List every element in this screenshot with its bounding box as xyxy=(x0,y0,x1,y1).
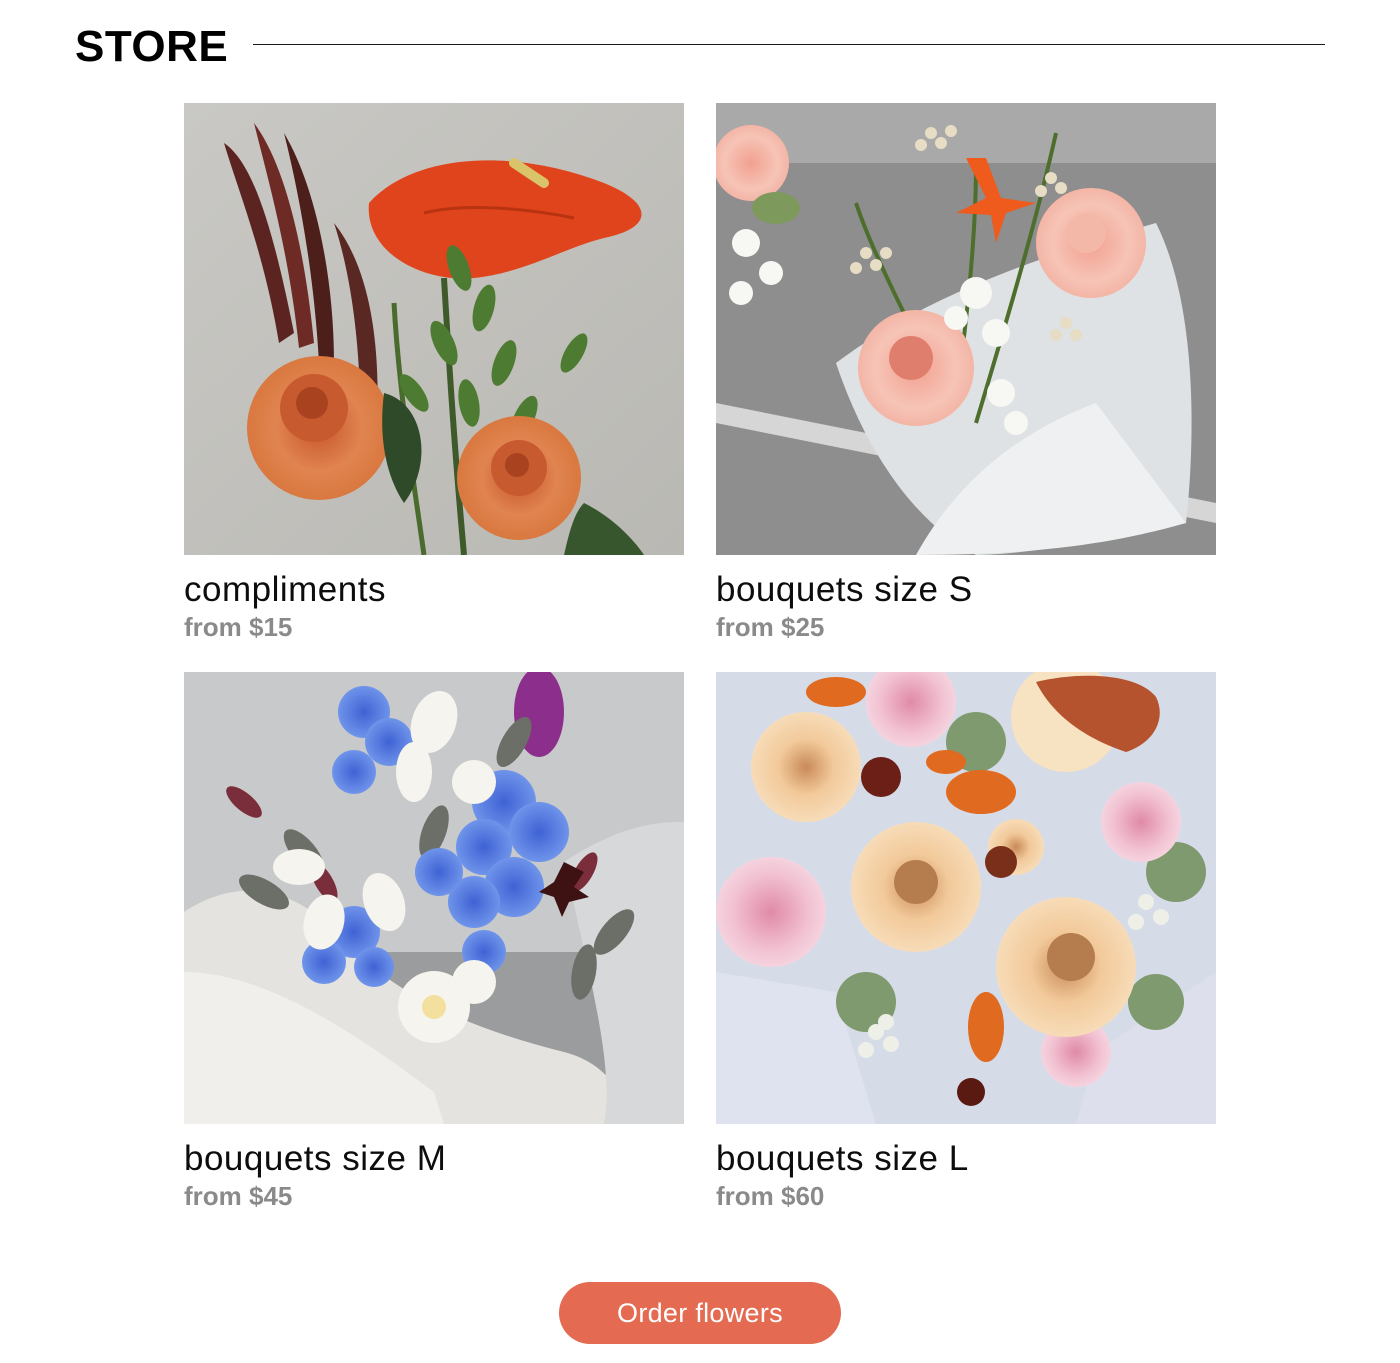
product-image-compliments[interactable] xyxy=(184,103,684,555)
product-card-compliments[interactable]: compliments from $15 xyxy=(184,103,684,642)
product-name[interactable]: bouquets size L xyxy=(716,1139,1216,1179)
product-card-bouquets-s[interactable]: bouquets size S from $25 xyxy=(716,103,1216,642)
peach-rose-bouquet-photo xyxy=(716,103,1216,555)
product-price: from $15 xyxy=(184,612,293,642)
store-header: STORE xyxy=(75,22,1325,72)
product-name[interactable]: compliments xyxy=(184,570,684,610)
page-title: STORE xyxy=(75,22,229,71)
product-image-bouquets-s[interactable] xyxy=(716,103,1216,555)
product-image-bouquets-l[interactable] xyxy=(716,672,1216,1124)
product-price: from $25 xyxy=(716,612,825,642)
product-card-bouquets-l[interactable]: bouquets size L from $60 xyxy=(716,672,1216,1211)
product-grid: compliments from $15 bouquets size S fro… xyxy=(184,103,1216,1211)
product-price: from $45 xyxy=(184,1181,293,1211)
product-name[interactable]: bouquets size S xyxy=(716,570,1216,610)
peach-rose-peony-bouquet-photo xyxy=(716,672,1216,1124)
order-flowers-button[interactable]: Order flowers xyxy=(559,1282,841,1344)
product-name[interactable]: bouquets size M xyxy=(184,1139,684,1179)
product-image-bouquets-m[interactable] xyxy=(184,672,684,1124)
blue-delphinium-bouquet-photo xyxy=(184,672,684,1124)
header-divider xyxy=(253,44,1325,45)
orange-anthurium-rose-photo xyxy=(184,103,684,555)
product-price: from $60 xyxy=(716,1181,825,1211)
product-card-bouquets-m[interactable]: bouquets size M from $45 xyxy=(184,672,684,1211)
